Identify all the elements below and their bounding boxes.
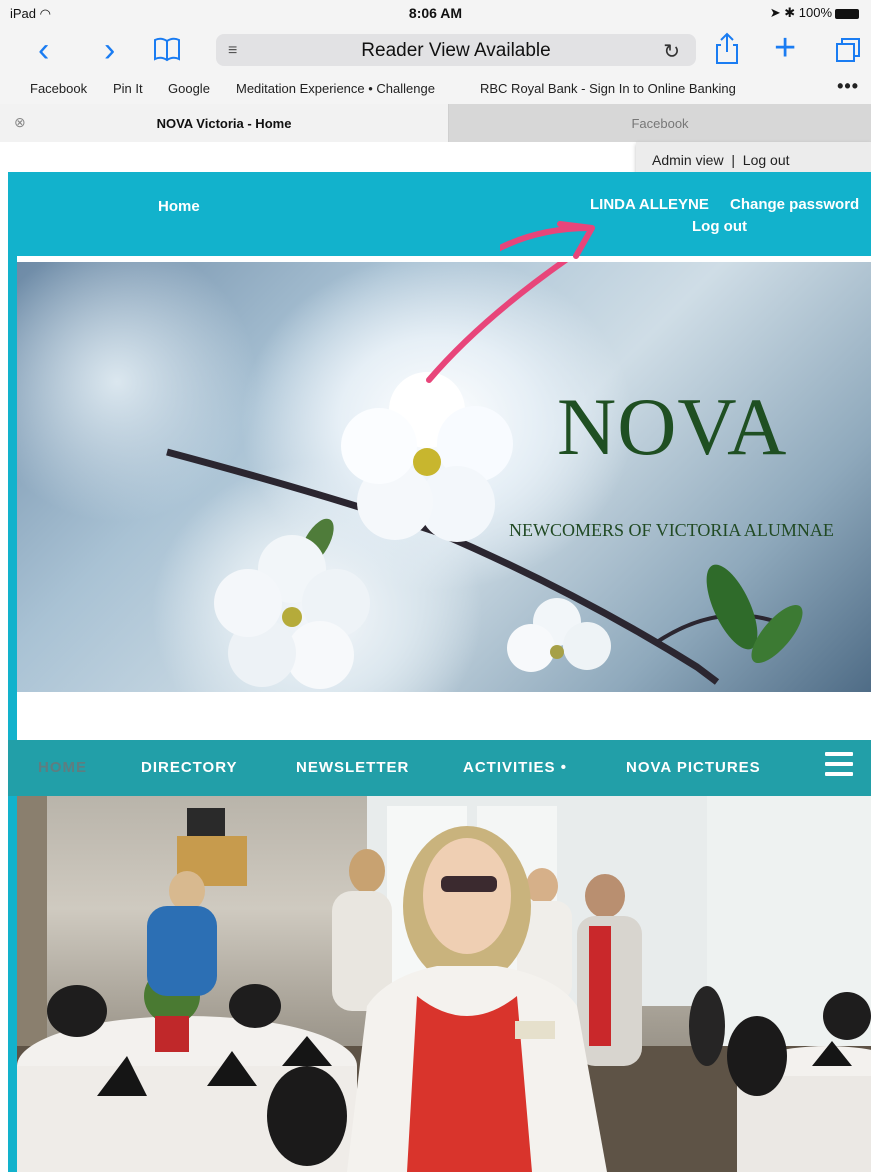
bookmark-meditation[interactable]: Meditation Experience • Challenge [236,81,435,96]
annotation-arrow-icon [500,221,595,259]
hamburger-menu-icon[interactable] [825,752,853,776]
admin-view-link[interactable]: Admin view [652,152,724,168]
new-tab-icon[interactable]: + [774,28,796,68]
share-icon[interactable] [714,32,740,71]
tab-facebook[interactable]: Facebook [449,104,871,142]
battery-indicator: ➤ ✱ 100% [770,5,859,21]
tab-title: NOVA Victoria - Home [156,116,292,131]
admin-separator: | [731,152,736,168]
tab-title: Facebook [631,116,689,131]
back-icon[interactable]: ‹ [38,30,49,70]
nav-newsletter[interactable]: NEWSLETTER [296,759,409,776]
admin-logout-link[interactable]: Log out [743,152,790,168]
hero-subtitle: NEWCOMERS OF VICTORIA ALUMNAE [509,520,834,540]
address-bar[interactable]: ≡ Reader View Available ↻ [216,34,696,66]
bluetooth-icon: ✱ [784,5,796,20]
tabs-icon[interactable] [834,36,862,69]
user-name-link[interactable]: LINDA ALLEYNE [590,196,709,213]
hero-banner: NOVA NEWCOMERS OF VICTORIA ALUMNAE [17,262,871,692]
left-border [8,256,17,1172]
address-text: Reader View Available [361,40,551,61]
location-icon: ➤ [769,5,781,20]
bookmark-rbc[interactable]: RBC Royal Bank - Sign In to Online Banki… [480,81,736,96]
admin-menu: Admin view | Log out [636,142,871,176]
nav-activities[interactable]: ACTIVITIES • [463,759,567,776]
reload-icon[interactable]: ↻ [663,39,680,64]
clock: 8:06 AM [408,5,463,21]
tab-bar: ⊗ NOVA Victoria - Home Facebook [0,104,871,142]
hero-title: NOVA [557,381,788,472]
battery-icon [835,8,859,19]
bookmark-google[interactable]: Google [168,81,210,96]
spacer [17,692,871,740]
submenu-dot-icon: • [560,759,567,776]
browser-toolbar: ‹ › ≡ Reader View Available ↻ + [0,28,871,72]
blossom-artwork [166,262,803,689]
header-logout-link[interactable]: Log out [692,218,747,235]
main-nav: HOME DIRECTORY NEWSLETTER ACTIVITIES • N… [8,740,871,796]
change-password-link[interactable]: Change password [730,196,859,213]
more-bookmarks-icon[interactable]: ••• [837,76,859,97]
battery-percent: 100% [798,5,832,20]
bookmark-facebook[interactable]: Facebook [30,81,87,96]
status-bar: iPad ◠ 8:06 AM ➤ ✱ 100% [0,0,871,28]
nav-home[interactable]: HOME [38,759,87,776]
event-photo [17,796,871,1172]
site-header: Home LINDA ALLEYNE Change password Log o… [8,172,871,256]
bookmarks-icon[interactable] [152,34,182,69]
forward-icon[interactable]: › [104,30,115,70]
tab-nova-home[interactable]: ⊗ NOVA Victoria - Home [0,104,449,142]
nav-activities-label: ACTIVITIES [463,759,556,776]
header-home-link[interactable]: Home [158,198,200,215]
bookmarks-bar: Facebook Pin It Google Meditation Experi… [0,72,871,104]
event-photo-artwork [17,796,871,1172]
admin-strip: Admin view | Log out [0,142,871,176]
nav-directory[interactable]: DIRECTORY [141,759,238,776]
nav-nova-pictures[interactable]: NOVA PICTURES [626,759,761,776]
bookmark-pin-it[interactable]: Pin It [113,81,143,96]
